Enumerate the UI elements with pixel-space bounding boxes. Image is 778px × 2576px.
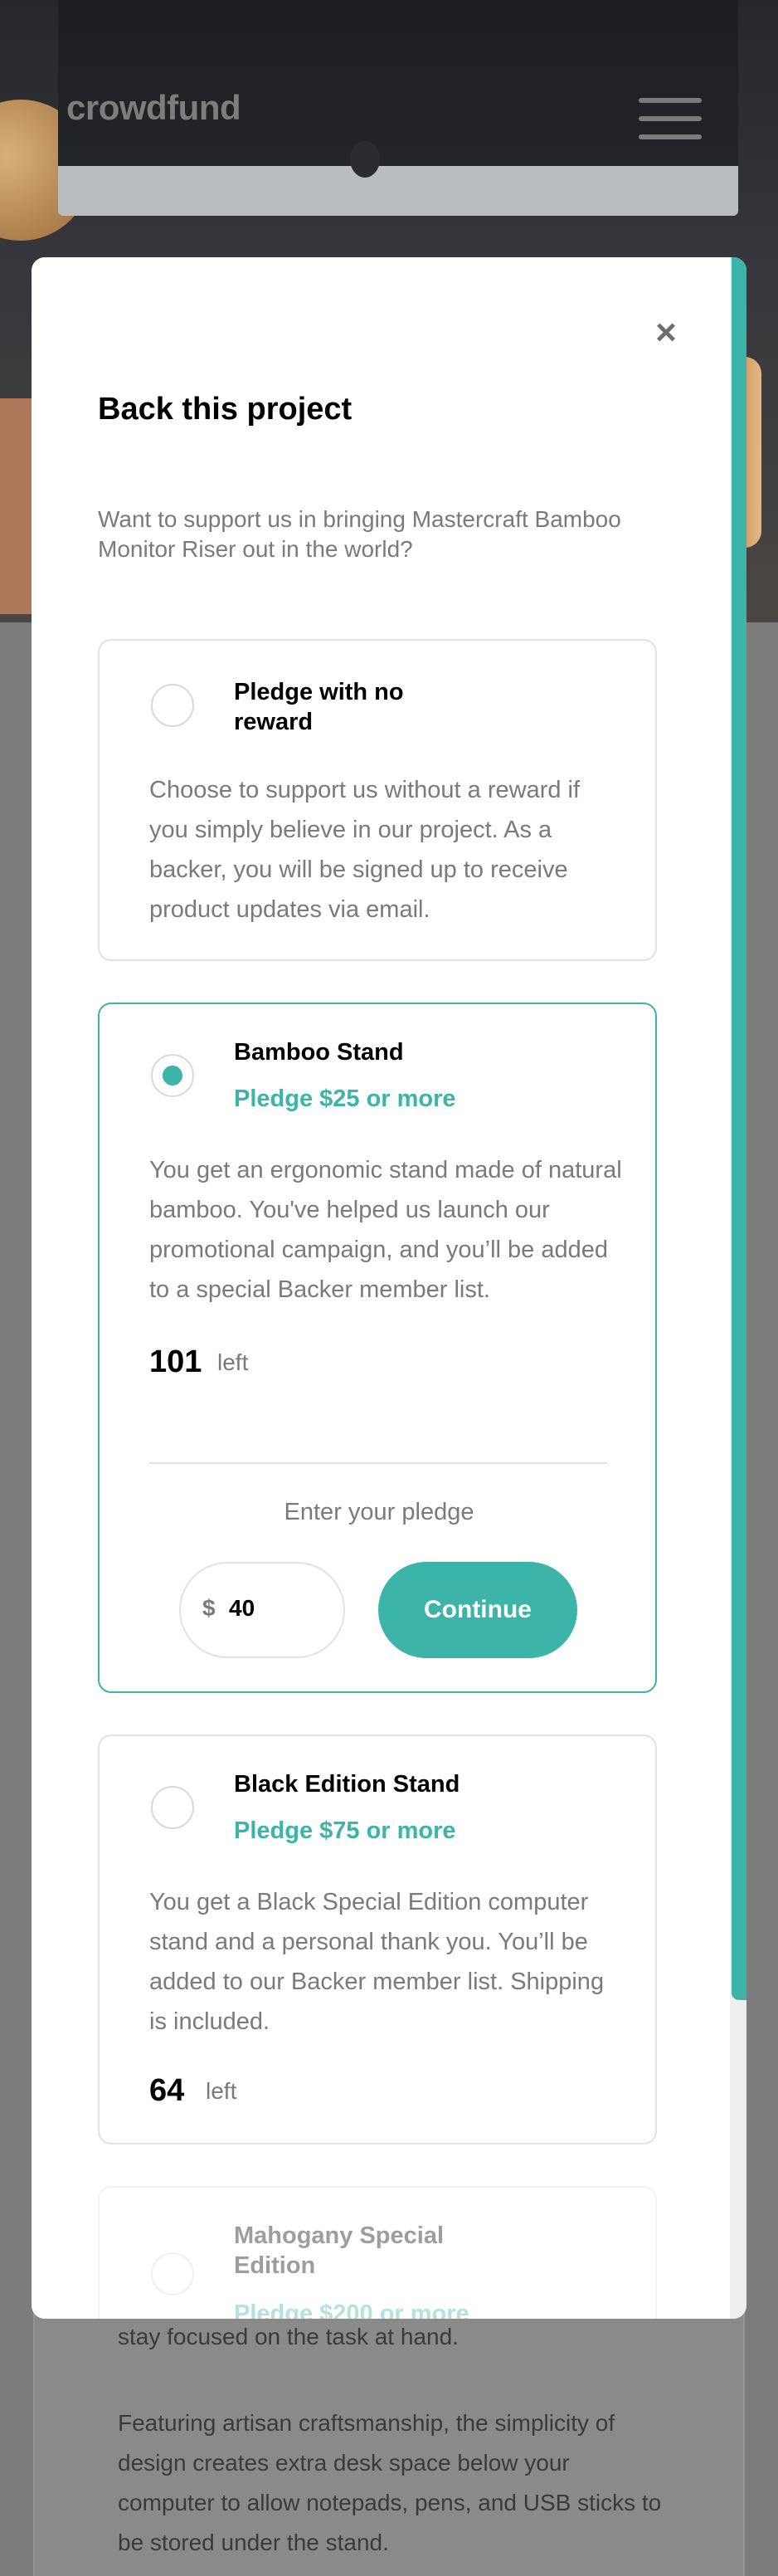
enter-pledge-label: Enter your pledge bbox=[284, 1499, 474, 1525]
radio-no-reward[interactable] bbox=[151, 684, 194, 727]
reward-title[interactable]: Pledge with no reward bbox=[234, 677, 483, 737]
pledge-value[interactable]: 40 bbox=[229, 1595, 255, 1622]
currency-symbol: $ bbox=[202, 1595, 216, 1621]
radio-mahogany bbox=[151, 2252, 194, 2295]
modal-title: Back this project bbox=[98, 392, 353, 427]
about-paragraph: Featuring artisan craftsmanship, the sim… bbox=[118, 2410, 662, 2555]
reward-description: You get a Black Special Edition computer… bbox=[149, 1889, 605, 2035]
modal-description: Want to support us in bringing Mastercra… bbox=[98, 506, 621, 562]
about-text-fragment: stay focused on the task at hand. bbox=[118, 2324, 459, 2349]
reward-description: You get an ergonomic stand made of natur… bbox=[149, 1157, 622, 1303]
reward-card-bamboo-stand[interactable]: Bamboo Stand Pledge $25 or more You get … bbox=[98, 1003, 657, 1693]
radio-bamboo-stand[interactable] bbox=[151, 1054, 194, 1097]
reward-pledge-amount: Pledge $25 or more bbox=[234, 1086, 456, 1112]
divider bbox=[149, 1462, 607, 1464]
reward-title: Mahogany Special Edition bbox=[234, 2222, 445, 2279]
reward-left-label: left bbox=[217, 1349, 249, 1375]
reward-card-black-edition[interactable]: Black Edition Stand Pledge $75 or more Y… bbox=[98, 1734, 657, 2144]
reward-left-count: 64 bbox=[149, 2073, 185, 2108]
desk-items bbox=[0, 398, 33, 614]
hamburger-menu-icon[interactable] bbox=[639, 98, 702, 146]
reward-card-no-reward[interactable]: Pledge with no reward Choose to support … bbox=[98, 639, 657, 961]
reward-left-label: left bbox=[206, 2078, 237, 2104]
continue-button[interactable]: Continue bbox=[378, 1562, 577, 1658]
close-modal-button[interactable]: × bbox=[652, 315, 680, 351]
reward-left-count: 101 bbox=[149, 1344, 202, 1379]
reward-pledge-amount: Pledge $75 or more bbox=[234, 1817, 456, 1844]
radio-black-edition[interactable] bbox=[151, 1786, 194, 1829]
reward-card-mahogany: Mahogany Special Edition Pledge $200 or … bbox=[98, 2186, 657, 2319]
reward-description: Choose to support us without a reward if… bbox=[149, 777, 581, 923]
logo[interactable]: crowdfund bbox=[66, 88, 241, 128]
modal-clip-area: Mahogany Special Edition Pledge $200 or … bbox=[32, 2183, 730, 2319]
modal-scrollbar-thumb[interactable] bbox=[732, 257, 746, 2000]
reward-pledge-amount: Pledge $200 or more bbox=[234, 2300, 469, 2319]
reward-title[interactable]: Black Edition Stand bbox=[234, 1769, 483, 1799]
reward-title[interactable]: Bamboo Stand bbox=[234, 1037, 483, 1067]
pledge-amount-input[interactable]: $ 40 bbox=[179, 1562, 345, 1658]
apple-logo-icon bbox=[350, 141, 380, 178]
